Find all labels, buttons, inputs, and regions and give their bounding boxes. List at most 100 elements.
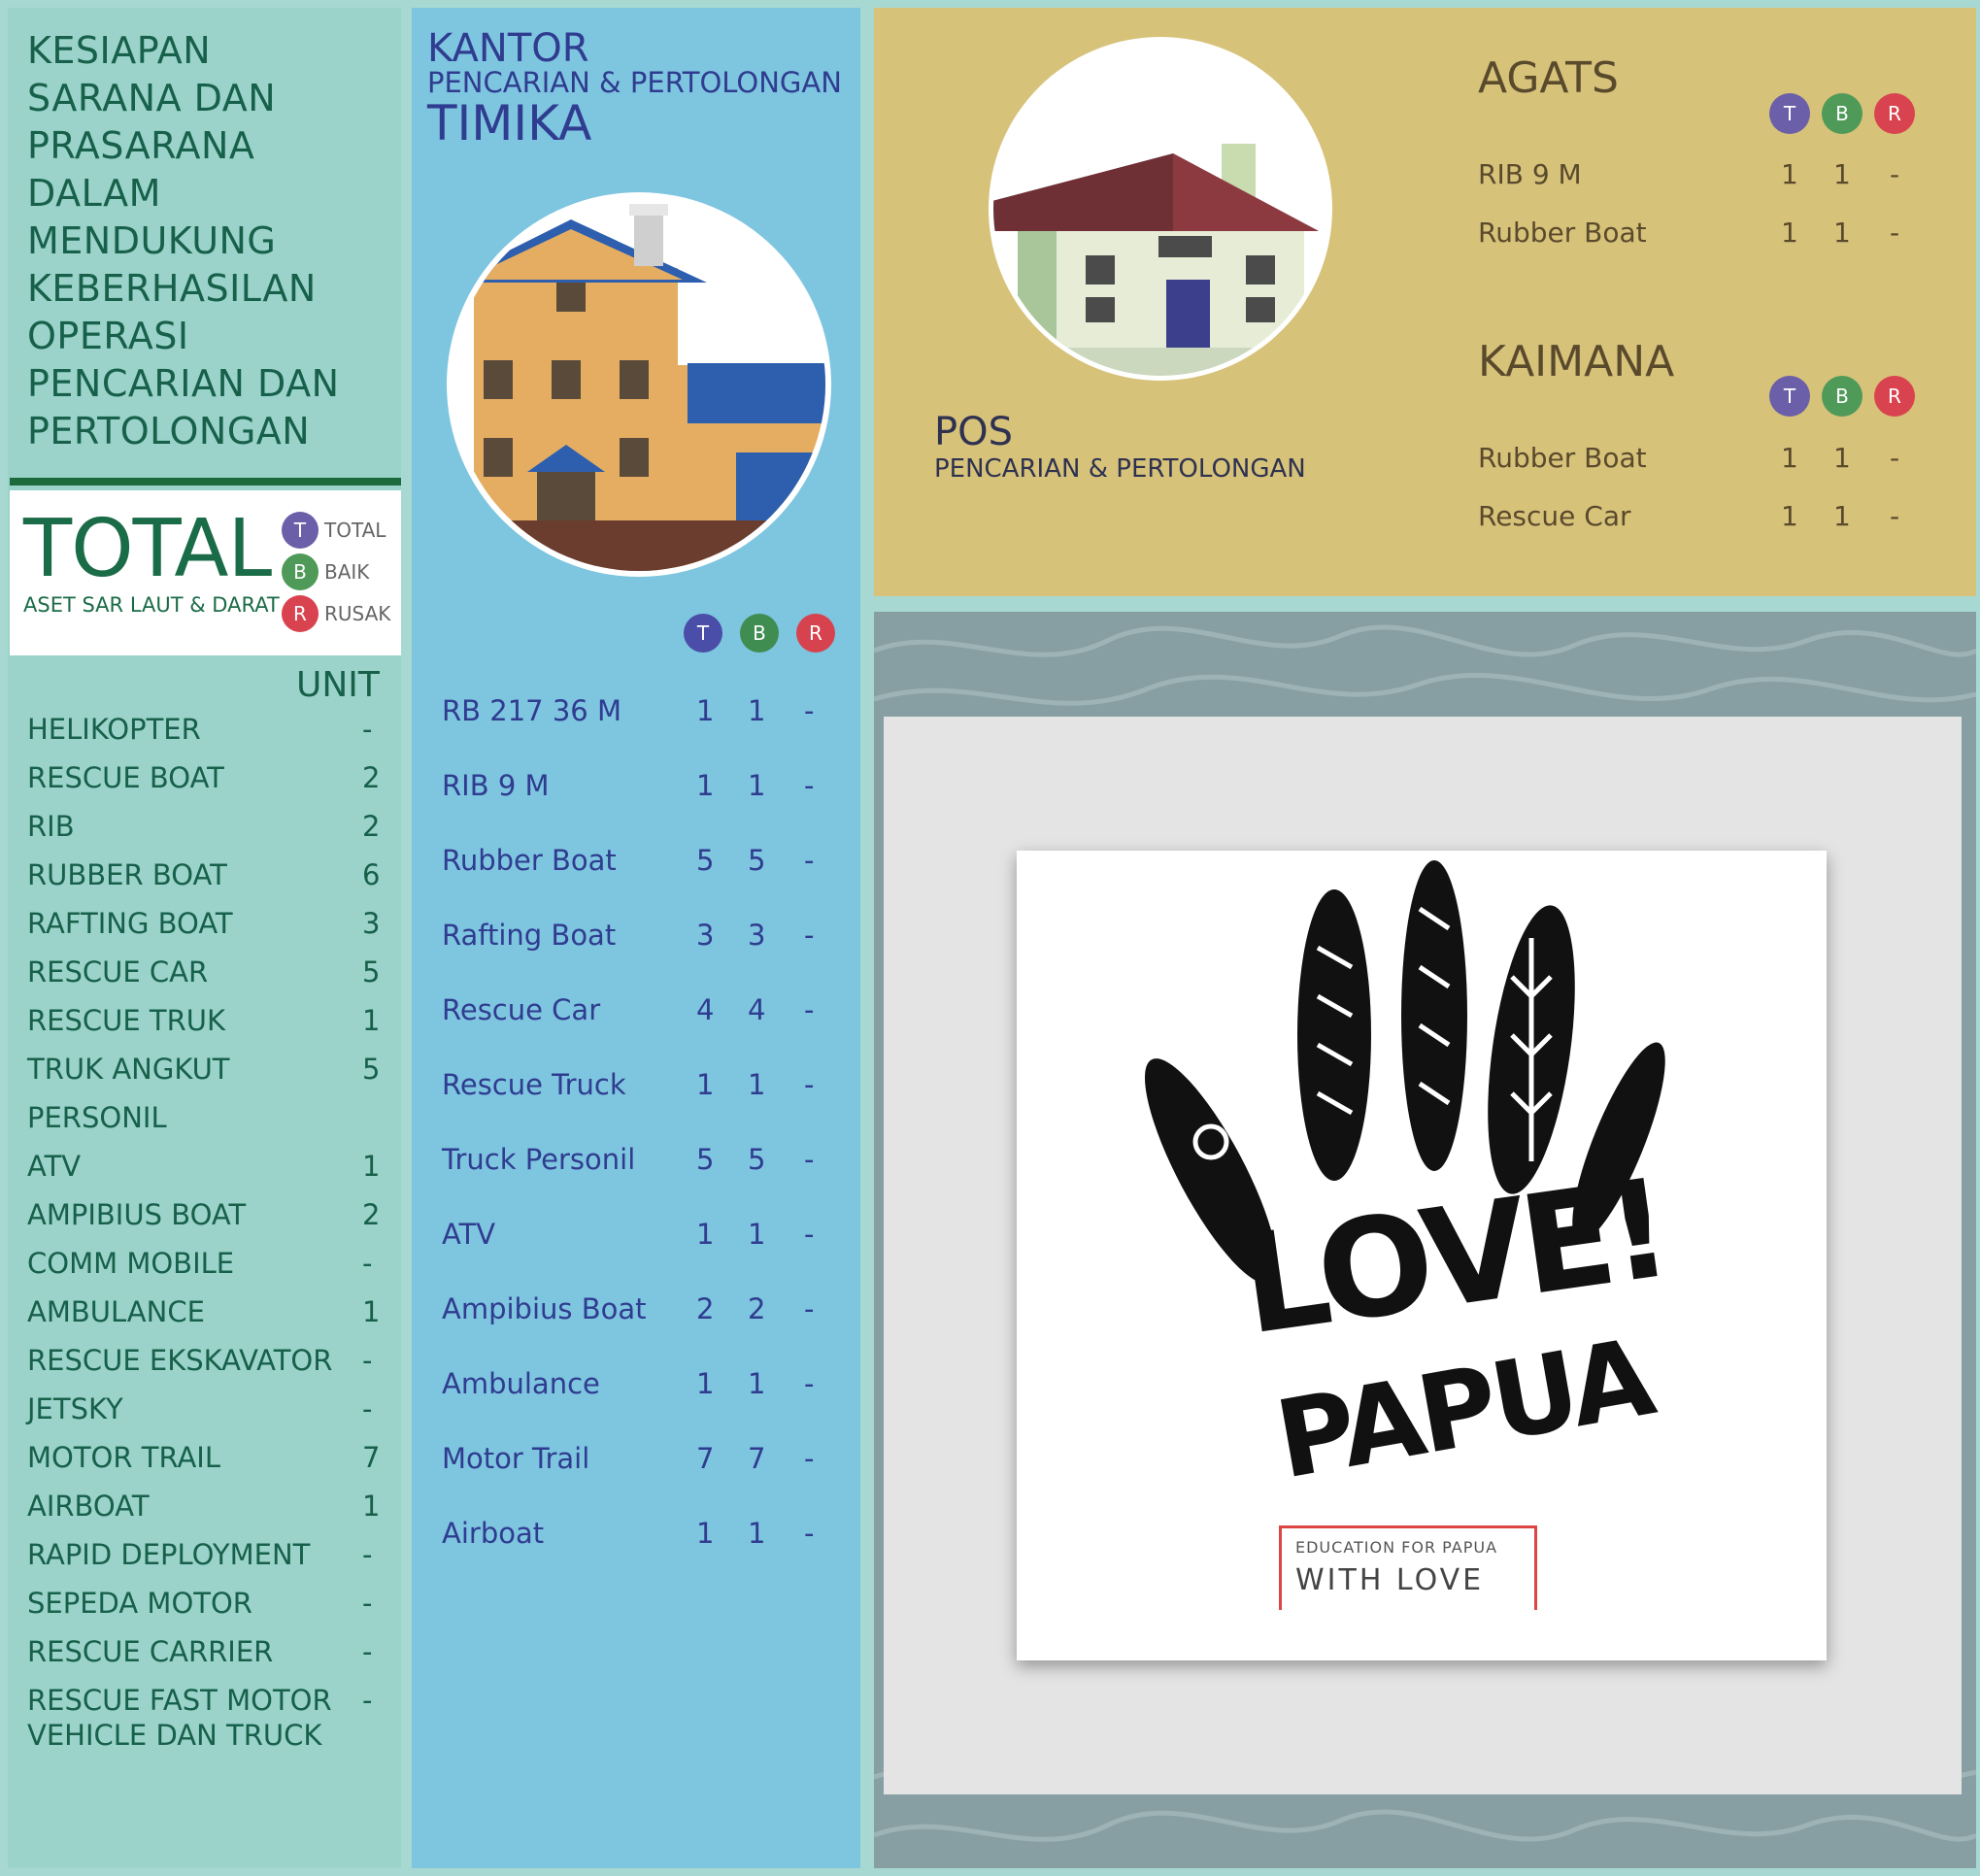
row-b: 1 <box>748 769 766 802</box>
list-item: AMPIBIUS BOAT 2 <box>27 1198 386 1231</box>
row-b: 7 <box>748 1442 766 1475</box>
legend-label: RUSAK <box>324 602 391 625</box>
row-t: 2 <box>696 1292 715 1325</box>
list-item: RESCUE BOAT 2 <box>27 761 386 794</box>
item-name: RUBBER BOAT <box>27 858 227 891</box>
t-icon: T <box>684 614 722 653</box>
item-value: - <box>362 1247 373 1280</box>
row-r: - <box>804 1517 815 1550</box>
row-t: 3 <box>696 919 715 952</box>
row-r: - <box>804 1143 815 1176</box>
row-t: 1 <box>696 694 715 727</box>
r-icon: R <box>796 614 835 653</box>
row-r: - <box>1890 158 1900 190</box>
item-value: - <box>362 1538 373 1571</box>
row-name: Ampibius Boat <box>442 1292 647 1325</box>
list-item: RESCUE EKSKAVATOR - <box>27 1344 386 1377</box>
pos-subtitle: PENCARIAN & PERTOLONGAN <box>934 454 1306 484</box>
item-value: - <box>362 1635 373 1668</box>
kantor-subtitle: PENCARIAN & PERTOLONGAN <box>427 66 842 99</box>
row-t: 1 <box>696 1218 715 1251</box>
row-name: Truck Personil <box>442 1143 636 1176</box>
legend-label: TOTAL <box>324 519 386 542</box>
item-name: RESCUE CARRIER <box>27 1635 274 1668</box>
row-b: 1 <box>1833 217 1851 249</box>
row-r: - <box>804 844 815 877</box>
item-value: 1 <box>362 1490 381 1523</box>
list-item: RESCUE TRUK 1 <box>27 1004 386 1037</box>
row-r: - <box>804 1367 815 1400</box>
title-line: SARANA DAN <box>27 77 277 119</box>
total-title: TOTAL <box>23 503 272 595</box>
kantor-city: TIMIKA <box>427 95 592 151</box>
love-papua-poster: LOVE! PAPUA EDUCATION FOR PAPUA WITH LOV… <box>1017 851 1827 1660</box>
row-b: 2 <box>748 1292 766 1325</box>
row-b: 4 <box>748 993 766 1026</box>
row-b: 1 <box>748 1068 766 1101</box>
agats-title: AGATS <box>1478 53 1619 103</box>
total-subtitle: ASET SAR LAUT & DARAT <box>23 593 280 617</box>
item-value: - <box>362 1587 373 1620</box>
row-t: 4 <box>696 993 715 1026</box>
list-item: RAFTING BOAT 3 <box>27 907 386 940</box>
row-r: - <box>804 694 815 727</box>
row-r: - <box>1890 442 1900 474</box>
header-r: R <box>796 614 835 653</box>
title-line: KEBERHASILAN <box>27 267 317 310</box>
item-value: 3 <box>362 907 381 940</box>
legend-rusak: R RUSAK <box>282 595 390 632</box>
row-name: RIB 9 M <box>1478 158 1582 190</box>
row-r: - <box>1890 500 1900 532</box>
item-value: 1 <box>362 1295 381 1328</box>
header-t: T <box>684 614 722 653</box>
row-t: 1 <box>1781 158 1798 190</box>
row-r: - <box>1890 217 1900 249</box>
b-icon: B <box>740 614 779 653</box>
row-b: 5 <box>748 1143 766 1176</box>
title-line: PRASARANA <box>27 124 255 167</box>
legend-r-icon: R <box>282 595 319 632</box>
kaimana-t-icon: T <box>1769 376 1810 417</box>
item-name: AIRBOAT <box>27 1490 150 1523</box>
row-r: - <box>804 1292 815 1325</box>
office-building-icon <box>447 192 831 577</box>
legend-total: T TOTAL <box>282 512 386 549</box>
legend-t-icon: T <box>282 512 319 549</box>
row-t: 1 <box>1781 500 1798 532</box>
row-name: Rescue Car <box>1478 500 1631 532</box>
row-b: 3 <box>748 919 766 952</box>
row-b: 1 <box>1833 158 1851 190</box>
row-name: RB 217 36 M <box>442 694 621 727</box>
title-line: KESIAPAN <box>27 29 212 72</box>
row-b: 1 <box>1833 500 1851 532</box>
item-value: 6 <box>362 858 381 891</box>
item-name: MOTOR TRAIL <box>27 1441 220 1474</box>
row-t: 1 <box>696 1517 715 1550</box>
kaimana-r-icon: R <box>1874 376 1915 417</box>
tagline-top: EDUCATION FOR PAPUA <box>1295 1538 1498 1557</box>
row-name: RIB 9 M <box>442 769 550 802</box>
row-r: - <box>804 1068 815 1101</box>
row-name: Motor Trail <box>442 1442 590 1475</box>
row-b: 1 <box>748 1367 766 1400</box>
list-item: RESCUE CAR 5 <box>27 955 386 988</box>
title-line: PERTOLONGAN <box>27 410 311 452</box>
title-line: MENDUKUNG <box>27 219 277 262</box>
item-value: - <box>362 713 373 746</box>
kaimana-title: KAIMANA <box>1478 337 1675 386</box>
item-value: 5 <box>362 955 381 988</box>
list-item: RESCUE FAST MOTOR - <box>27 1684 386 1717</box>
kantor-label: KANTOR <box>427 26 589 71</box>
row-r: - <box>804 1218 815 1251</box>
title-line: DALAM <box>27 172 161 215</box>
item-name: AMBULANCE <box>27 1295 205 1328</box>
kantor-heading: KANTOR PENCARIAN & PERTOLONGAN TIMIKA <box>427 29 842 150</box>
item-name: TRUK ANGKUT <box>27 1053 230 1086</box>
left-title: KESIAPAN SARANA DAN PRASARANA DALAM MEND… <box>27 27 386 455</box>
item-name: PERSONIL <box>27 1101 167 1134</box>
list-item: AIRBOAT 1 <box>27 1490 386 1523</box>
tagline-bottom: WITH LOVE <box>1295 1563 1485 1597</box>
item-value: 2 <box>362 1198 381 1231</box>
item-name: COMM MOBILE <box>27 1247 235 1280</box>
item-value: - <box>362 1684 373 1717</box>
